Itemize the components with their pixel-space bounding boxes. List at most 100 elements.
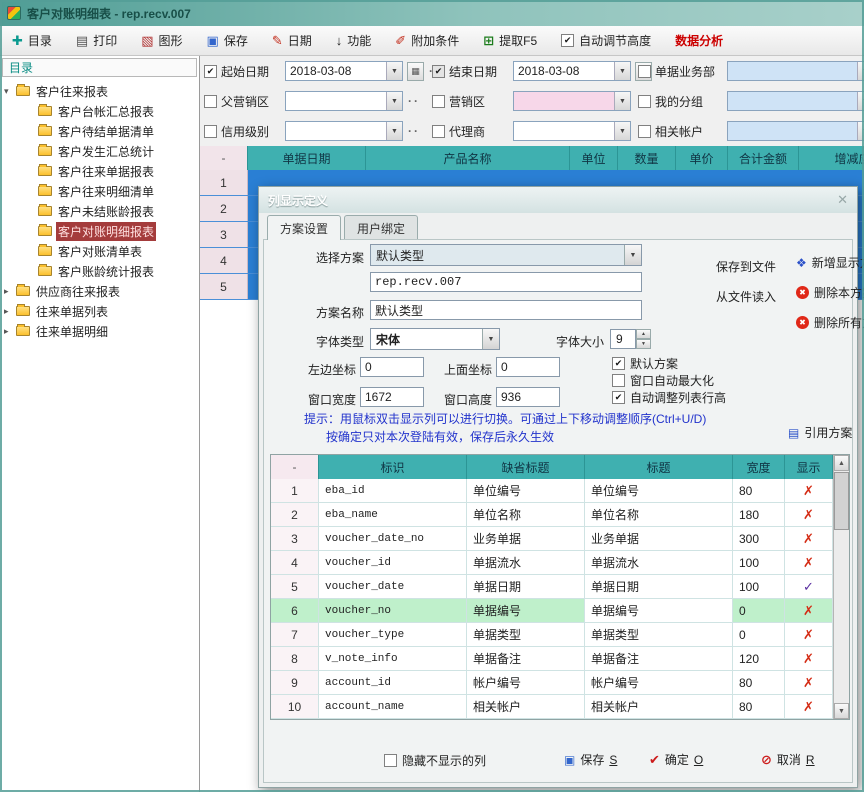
default-title-cell[interactable]: 单据流水 bbox=[467, 551, 585, 575]
title-cell[interactable]: 相关帐户 bbox=[585, 695, 733, 719]
dept-select[interactable]: ▼ bbox=[727, 61, 864, 81]
reference-plan-button[interactable]: ▤ 引用方案 bbox=[788, 424, 852, 441]
title-cell[interactable]: 单据日期 bbox=[585, 575, 733, 599]
columns-table-column-header[interactable]: 宽度 bbox=[733, 455, 785, 479]
graph-button[interactable]: ▧ 图形 bbox=[141, 32, 182, 49]
show-flag-cell[interactable]: ✗ bbox=[785, 599, 833, 623]
spin-up-icon[interactable]: ▲ bbox=[636, 329, 651, 339]
dropdown-arrow-icon[interactable]: ▼ bbox=[386, 92, 402, 110]
region-select[interactable]: ▼ bbox=[513, 91, 631, 111]
data-analysis-button[interactable]: 数据分析 bbox=[675, 32, 723, 49]
columns-table-row[interactable]: 5 voucher_date 单据日期 单据日期 100 ✓ bbox=[271, 575, 849, 599]
account-select[interactable]: ▼ bbox=[727, 121, 864, 141]
dropdown-arrow-icon[interactable]: ▼ bbox=[386, 122, 402, 140]
tree-item[interactable]: ▸ 往来单据明细 bbox=[0, 321, 199, 341]
dialog-close-icon[interactable]: ✕ bbox=[837, 192, 848, 208]
show-flag-cell[interactable]: ✗ bbox=[785, 551, 833, 575]
font-type-dropdown[interactable]: 宋体 ▼ bbox=[370, 328, 500, 350]
top-coord-field[interactable]: 0 bbox=[496, 357, 560, 377]
columns-table-row[interactable]: 1 eba_id 单位编号 单位编号 80 ✗ bbox=[271, 479, 849, 503]
plan-name-field[interactable]: 默认类型 bbox=[370, 300, 642, 320]
dept-checkbox[interactable]: ✔ bbox=[638, 65, 651, 78]
width-cell[interactable]: 0 bbox=[733, 599, 785, 623]
default-title-cell[interactable]: 单据备注 bbox=[467, 647, 585, 671]
width-cell[interactable]: 80 bbox=[733, 671, 785, 695]
spin-down-icon[interactable]: ▼ bbox=[636, 339, 651, 349]
show-flag-cell[interactable]: ✓ bbox=[785, 575, 833, 599]
column-identifier[interactable]: voucher_no bbox=[319, 599, 467, 623]
grid-column-header[interactable]: - bbox=[200, 146, 248, 170]
width-cell[interactable]: 100 bbox=[733, 551, 785, 575]
auto-maximize-toggle[interactable]: ✔ 窗口自动最大化 bbox=[612, 372, 714, 389]
title-cell[interactable]: 单位编号 bbox=[585, 479, 733, 503]
columns-table-row[interactable]: 6 voucher_no 单据编号 单据编号 0 ✗ bbox=[271, 599, 849, 623]
select-plan-dropdown[interactable]: 默认类型 ▼ bbox=[370, 244, 642, 266]
expand-arrow-icon[interactable]: ▸ bbox=[4, 306, 16, 317]
tree-item[interactable]: 客户发生汇总统计 bbox=[0, 141, 199, 161]
tree-item[interactable]: 客户对账清单表 bbox=[0, 241, 199, 261]
end-date-input[interactable]: 2018-03-08 ▼ bbox=[513, 61, 631, 81]
tree-item[interactable]: 客户往来明细清单 bbox=[0, 181, 199, 201]
grid-column-header[interactable]: 单价 bbox=[676, 146, 728, 170]
tab-user-binding[interactable]: 用户绑定 bbox=[344, 215, 418, 239]
width-cell[interactable]: 100 bbox=[733, 575, 785, 599]
title-cell[interactable]: 单据流水 bbox=[585, 551, 733, 575]
default-title-cell[interactable]: 单据类型 bbox=[467, 623, 585, 647]
parent-region-checkbox[interactable]: ✔ bbox=[204, 95, 217, 108]
agent-checkbox[interactable]: ✔ bbox=[432, 125, 445, 138]
font-size-stepper[interactable]: 9 ▲ ▼ bbox=[610, 329, 651, 349]
dropdown-arrow-icon[interactable]: ▼ bbox=[857, 122, 864, 140]
default-title-cell[interactable]: 业务单据 bbox=[467, 527, 585, 551]
tree-item[interactable]: 客户台帐汇总报表 bbox=[0, 101, 199, 121]
my-group-checkbox[interactable]: ✔ bbox=[638, 95, 651, 108]
scrollbar-thumb[interactable] bbox=[834, 472, 849, 530]
save-button[interactable]: ▣ 保存 bbox=[207, 32, 248, 49]
calendar-button[interactable]: ▦ bbox=[407, 62, 424, 81]
dropdown-arrow-icon[interactable]: ▼ bbox=[614, 92, 630, 110]
delete-plan-button[interactable]: ✖ 删除本方案 bbox=[796, 284, 864, 301]
functions-button[interactable]: ↓ 功能 bbox=[336, 32, 372, 49]
show-flag-cell[interactable]: ✗ bbox=[785, 647, 833, 671]
auto-row-height-checkbox[interactable]: ✔ bbox=[612, 391, 625, 404]
title-cell[interactable]: 单据备注 bbox=[585, 647, 733, 671]
region-checkbox[interactable]: ✔ bbox=[432, 95, 445, 108]
column-identifier[interactable]: voucher_date_no bbox=[319, 527, 467, 551]
my-group-select[interactable]: ▼ bbox=[727, 91, 864, 111]
columns-table-row[interactable]: 10 account_name 相关帐户 相关帐户 80 ✗ bbox=[271, 695, 849, 719]
tree-item[interactable]: 客户未结账龄报表 bbox=[0, 201, 199, 221]
agent-select[interactable]: ▼ bbox=[513, 121, 631, 141]
parent-region-select[interactable]: ▼ bbox=[285, 91, 403, 111]
tab-plan-settings[interactable]: 方案设置 bbox=[267, 215, 341, 240]
show-flag-cell[interactable]: ✗ bbox=[785, 695, 833, 719]
title-cell[interactable]: 单据编号 bbox=[585, 599, 733, 623]
plan-file-field[interactable]: rep.recv.007 bbox=[370, 272, 642, 292]
tree-item[interactable]: ▸ 往来单据列表 bbox=[0, 301, 199, 321]
columns-table-row[interactable]: 7 voucher_type 单据类型 单据类型 0 ✗ bbox=[271, 623, 849, 647]
read-from-file-label[interactable]: 从文件读入 bbox=[716, 288, 786, 305]
columns-table-column-header[interactable]: 显示 bbox=[785, 455, 833, 479]
columns-table-column-header[interactable]: 缺省标题 bbox=[467, 455, 585, 479]
title-cell[interactable]: 单位名称 bbox=[585, 503, 733, 527]
width-cell[interactable]: 120 bbox=[733, 647, 785, 671]
show-flag-cell[interactable]: ✗ bbox=[785, 503, 833, 527]
dropdown-arrow-icon[interactable]: ▼ bbox=[614, 62, 630, 80]
start-date-input[interactable]: 2018-03-08 ▼ bbox=[285, 61, 403, 81]
column-identifier[interactable]: account_name bbox=[319, 695, 467, 719]
width-cell[interactable]: 0 bbox=[733, 623, 785, 647]
dialog-ok-button[interactable]: ✔ 确定 O bbox=[649, 751, 703, 768]
title-cell[interactable]: 帐户编号 bbox=[585, 671, 733, 695]
default-title-cell[interactable]: 单位名称 bbox=[467, 503, 585, 527]
scroll-up-icon[interactable]: ▲ bbox=[834, 455, 849, 471]
columns-table-column-header[interactable]: 标题 bbox=[585, 455, 733, 479]
title-cell[interactable]: 业务单据 bbox=[585, 527, 733, 551]
tree-item[interactable]: ▸ 供应商往来报表 bbox=[0, 281, 199, 301]
date-button[interactable]: ✎ 日期 bbox=[272, 32, 312, 49]
width-cell[interactable]: 300 bbox=[733, 527, 785, 551]
directory-button[interactable]: ✚ 目录 bbox=[12, 32, 52, 49]
default-plan-checkbox[interactable]: ✔ bbox=[612, 357, 625, 370]
left-coord-field[interactable]: 0 bbox=[360, 357, 424, 377]
tree-item[interactable]: ▾ 客户往来报表 bbox=[0, 81, 199, 101]
columns-table-column-header[interactable]: - bbox=[271, 455, 319, 479]
grid-column-header[interactable]: 合计金额 bbox=[728, 146, 799, 170]
width-cell[interactable]: 180 bbox=[733, 503, 785, 527]
